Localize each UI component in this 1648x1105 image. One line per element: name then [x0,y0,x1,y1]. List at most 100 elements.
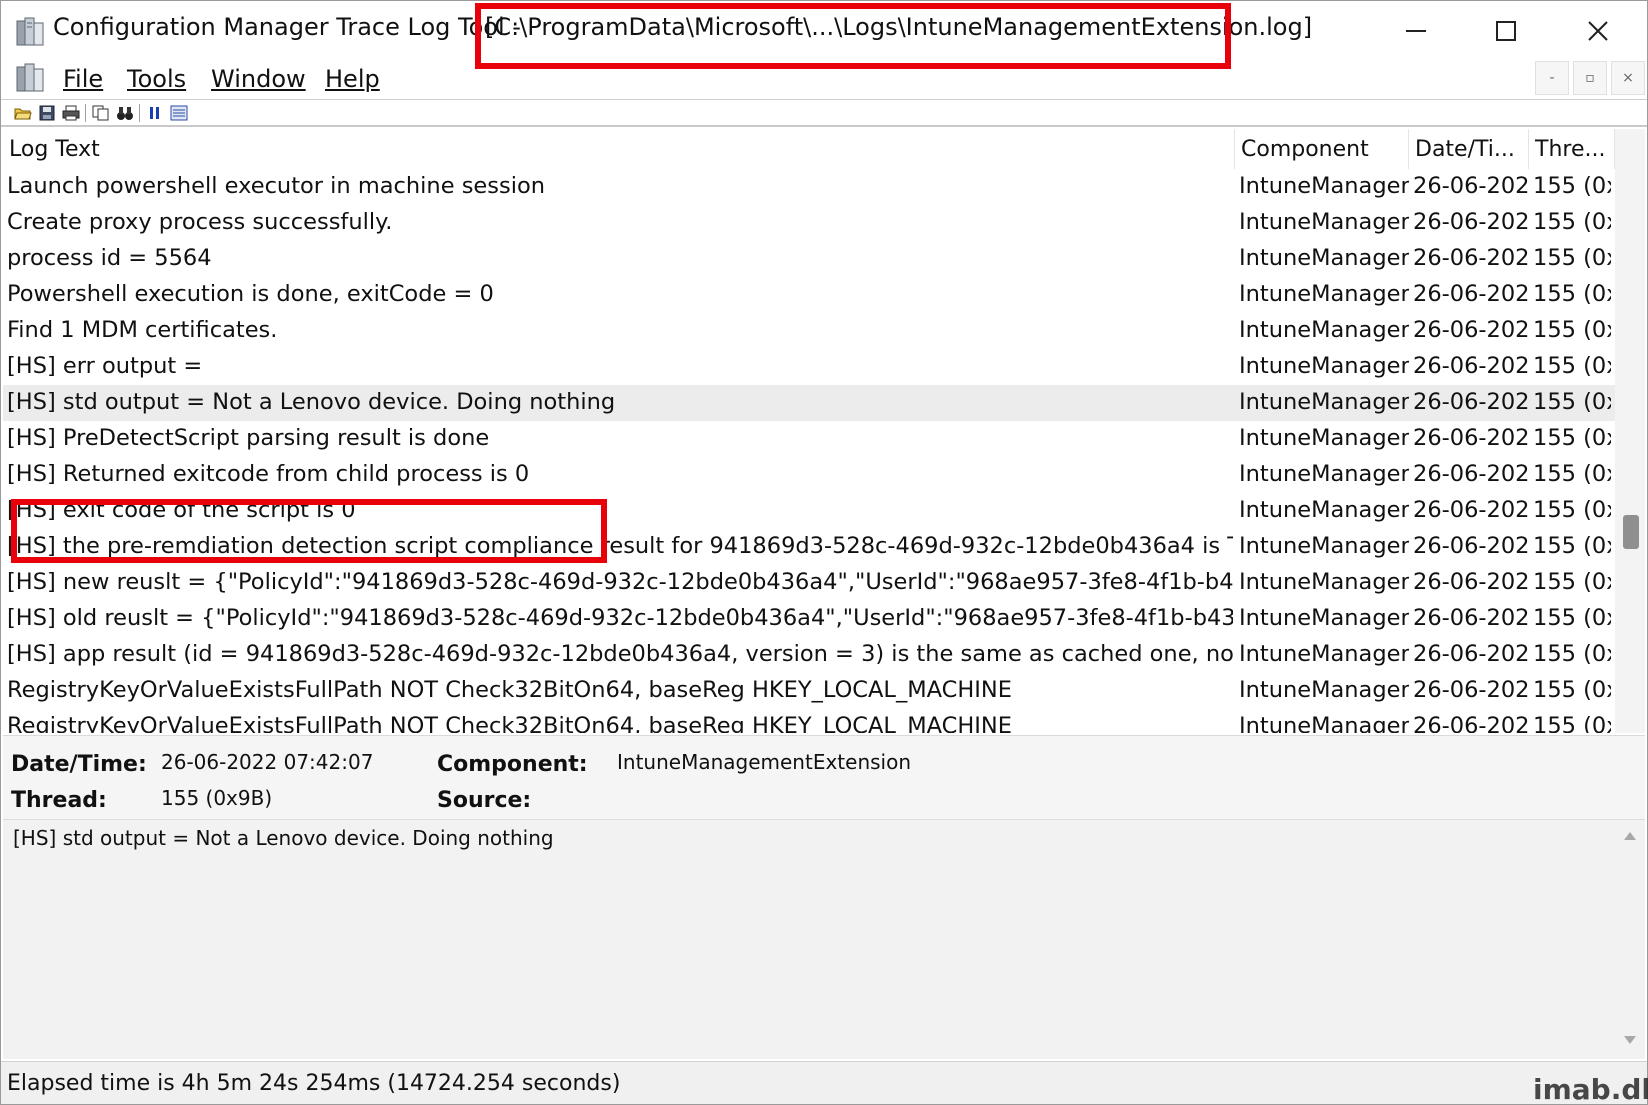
log-list-view[interactable]: Log Text Component Date/Ti... Thre... La… [3,129,1645,733]
scrollbar-thumb[interactable] [1623,515,1639,549]
column-header-log-text[interactable]: Log Text [3,129,1235,169]
log-row-datetime: 26-06-2022 [1413,497,1529,523]
mdi-close-button[interactable]: × [1611,61,1645,95]
log-row-component: IntuneManagen [1239,497,1409,523]
pause-icon[interactable] [145,104,165,122]
minimize-button[interactable] [1393,9,1439,53]
log-row[interactable]: [HS] old reuslt = {"PolicyId":"941869d3-… [3,601,1615,637]
log-row-text: [HS] app result (id = 941869d3-528c-469d… [7,641,1233,667]
log-row[interactable]: Launch powershell executor in machine se… [3,169,1615,205]
message-scrollbar[interactable] [1615,820,1645,1060]
copy-icon[interactable] [91,104,111,122]
log-row[interactable]: [HS] new reuslt = {"PolicyId":"941869d3-… [3,565,1615,601]
print-icon[interactable] [61,104,81,122]
cmtrace-app-icon [15,15,45,47]
log-row[interactable]: RegistryKeyOrValueExistsFullPath NOT Che… [3,673,1615,709]
minimize-icon [1406,30,1426,32]
log-row-text: [HS] err output = [7,353,203,379]
log-row[interactable]: [HS] std output = Not a Lenovo device. D… [3,385,1615,421]
log-row-thread: 155 (0x [1533,569,1611,595]
menu-bar: File Tools Window Help - ▫ × [1,61,1647,97]
log-row[interactable]: RegistryKeyOrValueExistsFullPath NOT Che… [3,709,1615,733]
log-row-thread: 155 (0x [1533,641,1611,667]
log-row[interactable]: Create proxy process successfully. Intune… [3,205,1615,241]
log-row[interactable]: Find 1 MDM certificates. IntuneManagen 26-… [3,313,1615,349]
message-pane[interactable]: [HS] std output = Not a Lenovo device. D… [3,819,1645,1059]
log-row[interactable]: [HS] Returned exitcode from child proces… [3,457,1615,493]
log-row-text: RegistryKeyOrValueExistsFullPath NOT Che… [7,713,1012,733]
highlight-view-icon[interactable] [169,104,189,122]
log-row-thread: 155 (0x [1533,713,1611,733]
datetime-value: 26-06-2022 07:42:07 [161,750,374,774]
log-row-component: IntuneManagen [1239,209,1409,235]
cmtrace-window: Configuration Manager Trace Log Tool - [… [0,0,1648,1105]
scroll-down-arrow-icon[interactable] [1624,1036,1636,1044]
title-bar[interactable]: Configuration Manager Trace Log Tool - [… [1,1,1647,69]
log-row-thread: 155 (0x [1533,533,1611,559]
log-row-thread: 155 (0x [1533,173,1611,199]
log-row-thread: 155 (0x [1533,677,1611,703]
status-bar: Elapsed time is 4h 5m 24s 254ms (14724.2… [1,1061,1647,1104]
datetime-label: Date/Time: [11,752,147,777]
window-title: Configuration Manager Trace Log Tool - [53,13,521,41]
log-row-text: Find 1 MDM certificates. [7,317,278,343]
menu-tools[interactable]: Tools [127,65,186,93]
column-header-component[interactable]: Component [1235,129,1409,169]
log-row-component: IntuneManagen [1239,713,1409,733]
log-row-datetime: 26-06-2022 [1413,677,1529,703]
log-row-datetime: 26-06-2022 [1413,425,1529,451]
log-row-thread: 155 (0x [1533,605,1611,631]
column-header-datetime[interactable]: Date/Ti... [1409,129,1529,169]
log-row-text: [HS] std output = Not a Lenovo device. D… [7,389,616,415]
log-row-thread: 155 (0x [1533,281,1611,307]
log-row-datetime: 26-06-2022 [1413,353,1529,379]
open-folder-icon[interactable] [13,104,33,122]
maximize-icon [1496,21,1516,41]
log-row[interactable]: [HS] err output = IntuneManagen26-06-2022… [3,349,1615,385]
log-row-datetime: 26-06-2022 [1413,461,1529,487]
log-row-thread: 155 (0x [1533,317,1611,343]
log-row-component: IntuneManagen [1239,425,1409,451]
log-list-scrollbar[interactable] [1615,129,1645,733]
log-row-component: IntuneManagen [1239,389,1409,415]
menu-file[interactable]: File [63,65,103,93]
log-row-thread: 155 (0x [1533,461,1611,487]
log-row-text: RegistryKeyOrValueExistsFullPath NOT Che… [7,677,1012,703]
mdi-restore-button[interactable]: ▫ [1573,61,1607,95]
log-row[interactable]: [HS] PreDetectScript parsing result is d… [3,421,1615,457]
scroll-up-arrow-icon[interactable] [1624,832,1636,840]
highlight-box-std-output [11,499,607,563]
log-row-component: IntuneManagen [1239,605,1409,631]
log-row-thread: 155 (0x [1533,497,1611,523]
maximize-button[interactable] [1483,9,1529,53]
message-text: [HS] std output = Not a Lenovo device. D… [13,826,554,850]
log-row-component: IntuneManagen [1239,569,1409,595]
menu-help[interactable]: Help [325,65,380,93]
log-row-component: IntuneManagen [1239,281,1409,307]
save-icon[interactable] [37,104,57,122]
log-row-thread: 155 (0x [1533,353,1611,379]
log-row[interactable]: Powershell execution is done, exitCode =… [3,277,1615,313]
details-pane: Date/Time: 26-06-2022 07:42:07 Component… [3,735,1645,819]
log-row-text: [HS] new reuslt = {"PolicyId":"941869d3-… [7,569,1233,595]
log-row-text: [HS] PreDetectScript parsing result is d… [7,425,490,451]
find-binoculars-icon[interactable] [115,104,135,122]
close-icon [1588,21,1608,41]
column-header-thread[interactable]: Thre... [1529,129,1615,169]
toolbar [1,99,1647,127]
elapsed-time-status: Elapsed time is 4h 5m 24s 254ms (14724.2… [7,1071,621,1096]
menu-window[interactable]: Window [211,65,306,93]
close-button[interactable] [1575,9,1621,53]
log-row[interactable]: process id = 5564 IntuneManagen26-06-2022… [3,241,1615,277]
mdi-minimize-button[interactable]: - [1535,61,1569,95]
log-row-thread: 155 (0x [1533,209,1611,235]
log-row-component: IntuneManagen [1239,533,1409,559]
log-row-datetime: 26-06-2022 [1413,605,1529,631]
toolbar-separator [139,104,140,122]
log-row-datetime: 26-06-2022 [1413,317,1529,343]
document-app-icon[interactable] [15,61,45,93]
log-row-datetime: 26-06-2022 [1413,173,1529,199]
log-row-thread: 155 (0x [1533,245,1611,271]
log-row[interactable]: [HS] app result (id = 941869d3-528c-469d… [3,637,1615,673]
log-row-component: IntuneManagen [1239,245,1409,271]
